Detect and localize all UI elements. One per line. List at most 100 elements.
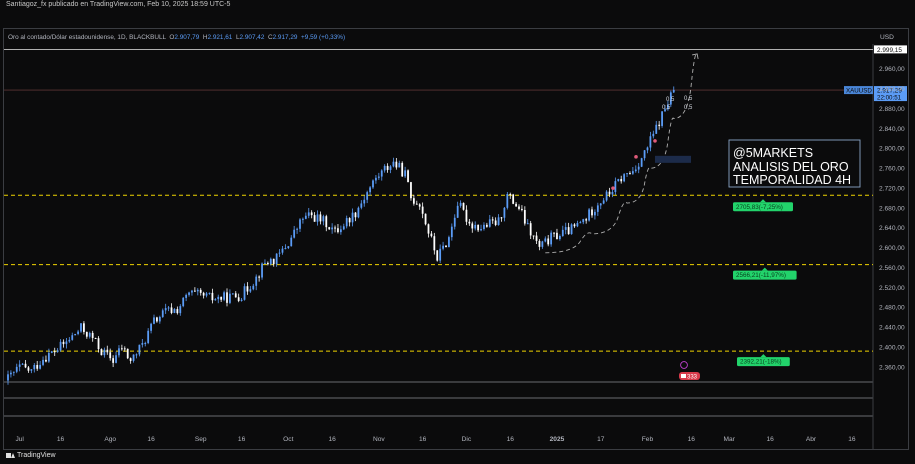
candle-body [53,351,56,353]
candle-body [523,209,526,224]
candle-body [85,331,88,337]
candle-body [126,348,129,359]
candle-body [339,229,342,233]
candle-body [395,161,398,168]
candle-body [485,224,488,227]
candle-body [591,209,593,216]
event-badge-count: 333 [687,374,698,380]
candle-body [579,222,582,224]
x-tick-label: Abr [806,436,817,443]
candle-body [407,170,409,183]
x-tick-label: 16 [147,436,155,443]
candle-body [83,323,85,332]
y-tick-label: 2.800,00 [879,146,905,153]
candle-body [170,307,173,313]
candle-body [80,323,82,332]
candle-body [264,262,266,264]
y-tick-label: 2.400,00 [879,345,905,352]
y-tick-label: 2.720,00 [879,185,905,192]
candle-body [240,299,243,301]
projection-curve [545,53,698,254]
candle-body [617,179,620,182]
curve-layer [545,53,699,254]
candle-body [439,248,442,261]
candle-body [12,371,15,373]
x-tick-label: 16 [688,436,696,443]
candle-body [331,227,334,230]
candle-body [199,289,202,293]
candle-body [634,169,637,172]
candle-body [281,248,284,253]
candle-body [112,358,115,363]
support-level-label: 2392,21(-18%) [740,359,782,366]
candle-body [325,216,328,228]
levels-layer: 2705,83(-7,25%) 2566,21(-11,97%) 2392,21(-… [4,45,907,367]
candle-body [59,341,62,351]
candle-body [418,204,421,207]
candle-body [208,292,211,294]
tradingview-logo[interactable]: TradingView [6,452,56,459]
candle-body [135,354,138,356]
candle-body [328,227,331,230]
candle-body [599,203,602,206]
candle-body [360,203,363,208]
x-tick-label: Dic [462,436,472,443]
x-tick-label: 16 [57,436,65,443]
candle-body [658,124,661,126]
candle-body [608,191,611,195]
candle-body [497,217,500,225]
candle-body [182,297,185,307]
x-tick-label: Mar [724,436,736,443]
support-level-label: 2566,21(-11,97%) [736,272,786,279]
candle-body [211,292,214,301]
candle-body [36,365,39,369]
candle-body [345,218,348,227]
y-tick-label: 2.440,00 [879,325,905,332]
candle-body [47,352,50,362]
candle-body [518,206,520,209]
fib-label: 0,5 [684,105,693,111]
countdown-value: 22:00:51 [877,94,902,101]
candle-body [570,224,573,235]
candle-body [188,292,190,295]
x-tick-label: Ago [104,436,116,443]
candle-body [369,187,371,193]
candle-body [167,307,170,309]
candle-body [442,245,444,249]
candle-body [120,348,123,350]
candle-body [488,219,491,227]
candle-body [33,365,36,370]
price-chart[interactable]: 2705,83(-7,25%) 2566,21(-11,97%) 2392,21(-… [0,0,915,464]
candle-body [354,212,357,218]
candle-body [652,133,655,137]
candle-body [561,229,564,236]
candle-body [205,293,208,296]
candle-body [643,150,646,159]
candle-body [535,235,538,241]
candle-body [491,219,494,221]
candle-body [103,349,106,356]
candle-body [272,258,275,265]
candle-body [456,205,459,218]
candle-body [448,237,450,248]
candle-body [50,351,53,353]
event-icon[interactable] [680,361,688,369]
candle-body [567,227,570,235]
candle-body [88,332,91,337]
candle-body [541,241,544,247]
candle-body [655,124,658,134]
y-tick-label: 2.760,00 [879,166,905,173]
x-tick-label: 17 [597,436,605,443]
signal-marker [634,155,638,159]
candle-body [141,343,144,345]
candle-body [348,218,351,223]
candle-body [27,367,30,371]
fib-label: 0,5 [662,105,671,111]
candle-body [223,292,225,300]
candle-body [193,290,196,292]
candle-body [231,293,234,295]
candle-body [10,372,12,375]
candle-body [147,330,150,343]
candle-body [357,207,360,218]
candle-body [68,339,71,342]
